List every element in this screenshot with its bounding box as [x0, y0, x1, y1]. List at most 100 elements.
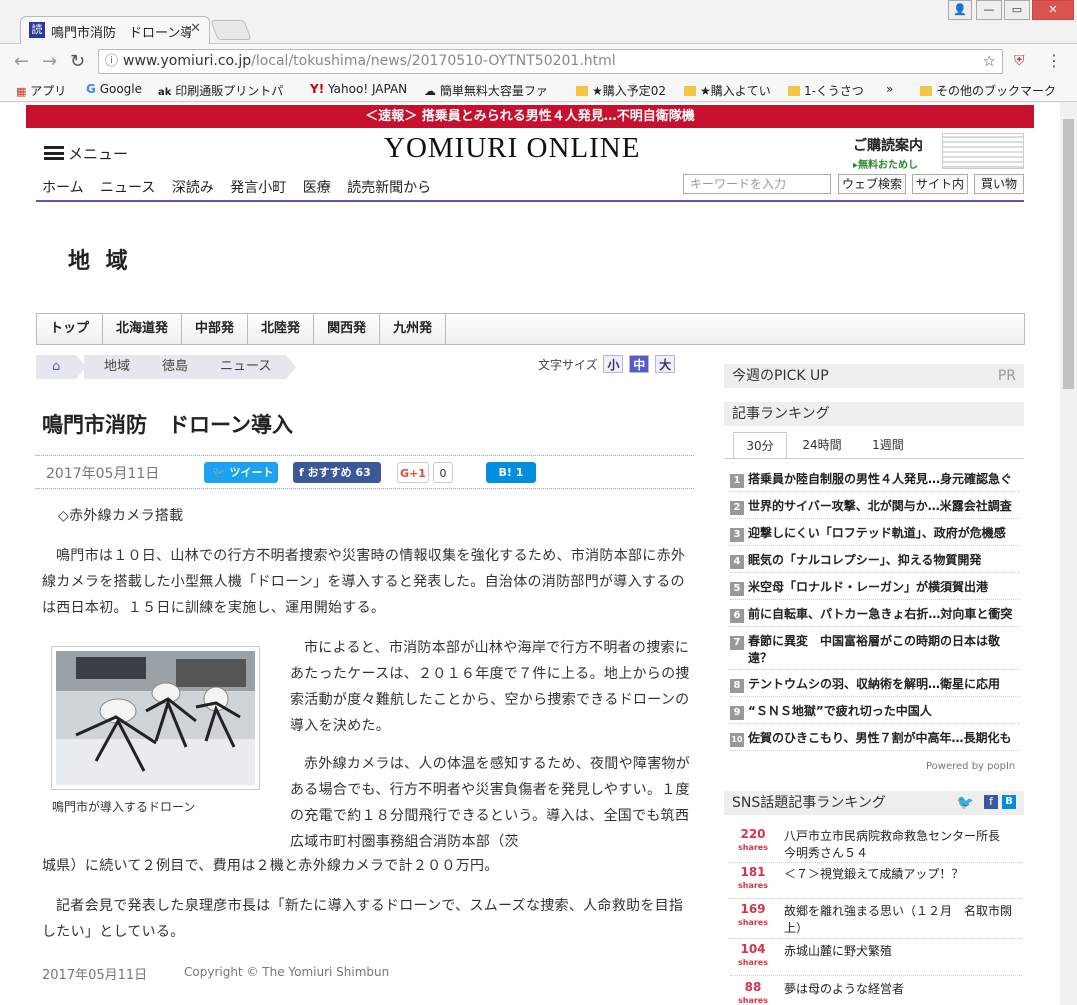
extension-icon[interactable]: ⛨	[1014, 53, 1025, 69]
article-paragraph: 赤外線カメラは、人の体温を感知するため、夜間や障害物がある場合でも、行方不明者や…	[290, 756, 691, 850]
url-path: /local/tokushima/news/20170510-OYTNT5020…	[251, 53, 616, 69]
article-date: 2017年05月11日	[46, 466, 160, 482]
bookmark-storage[interactable]: ☁ 簡単無料大容量ファ	[424, 82, 564, 99]
ranking-item[interactable]: 10 佐賀のひきこもり、男性７割が中高年…長期化も	[730, 730, 1020, 747]
ranking-item[interactable]: 2 世界的サイバー攻撃、北が関与か…米露会社調査	[730, 498, 1020, 515]
ranking-item[interactable]: 1 搭乗員か陸自制服の男性４人発見…身元確認急ぐ	[730, 471, 1020, 488]
apps-icon: ▦	[16, 85, 27, 98]
bookmark-star-icon[interactable]: ☆	[983, 50, 996, 73]
sns-item[interactable]: 220 shares 八戸市立市民病院救命救急センター所長 今明秀さん５４	[730, 828, 1022, 864]
bookmark-google[interactable]: G Google	[86, 82, 142, 96]
font-size-small[interactable]: 小	[603, 355, 624, 373]
more-menu-icon[interactable]: ⋮	[1046, 51, 1062, 70]
tweet-button[interactable]: 🐦 ツイート	[204, 462, 278, 483]
bookmarks-overflow[interactable]: »	[886, 82, 893, 96]
breadcrumb-region[interactable]: 地域	[84, 355, 152, 379]
breaking-news-banner[interactable]: ＜速報＞ 搭乗員とみられる男性４人発見…不明自衛隊機	[26, 105, 1034, 128]
user-icon[interactable]: 👤	[948, 0, 972, 20]
region-tab-hokkaido[interactable]: 北海道発	[103, 314, 183, 344]
close-window-icon[interactable]: ✕	[1032, 0, 1074, 20]
ranking-item[interactable]: 8 テントウムシの羽、収納術を解明…衛星に応用	[730, 676, 1020, 693]
ranking-item[interactable]: 9 “ＳＮＳ地獄”で疲れ切った中国人	[730, 703, 1020, 720]
back-icon[interactable]: ←	[14, 51, 29, 72]
yahoo-icon: Y!	[310, 82, 325, 96]
powered-by[interactable]: Powered by popIn	[926, 761, 1015, 772]
nav-deep[interactable]: 深読み	[172, 180, 214, 196]
font-size-medium[interactable]: 中	[629, 355, 650, 373]
bookmark-folder-2[interactable]: ★購入よてい	[684, 82, 771, 99]
nav-medical[interactable]: 医療	[303, 180, 331, 196]
article-paragraph: 市によると、市消防本部が山林や海岸で行方不明者の捜索にあたったケースは、２０１６…	[290, 640, 690, 734]
ranking-item[interactable]: 6 前に自転車、パトカー急きょ右折…対向車と衝突	[730, 606, 1020, 623]
breadcrumb-tokushima[interactable]: 徳島	[142, 355, 210, 379]
article-photo[interactable]	[51, 646, 260, 790]
region-tab-hokuriku[interactable]: 北陸発	[248, 314, 315, 344]
photo-caption: 鳴門市が導入するドローン	[52, 800, 196, 814]
browser-window: 読 鳴門市消防 ドローン導 ✕ 👤 — ▭ ✕ ← → ↻ ⓘ www.yomi…	[0, 0, 1077, 1005]
subscribe-link[interactable]: ご購読案内 ▸無料おためし	[853, 135, 923, 171]
page-scrollbar[interactable]	[1060, 103, 1077, 1005]
bookmark-folder-3[interactable]: 1-くうさつ	[788, 82, 864, 99]
nav-home[interactable]: ホーム	[42, 180, 84, 196]
gplus-button[interactable]: G+1	[397, 462, 429, 483]
search-input[interactable]: キーワードを入力	[683, 174, 831, 194]
bookmark-yahoo[interactable]: Y! Yahoo! JAPAN	[310, 82, 407, 96]
twitter-icon[interactable]: 🐦	[957, 791, 974, 815]
page-info-icon[interactable]: ⓘ	[105, 50, 118, 73]
article-headline: 鳴門市消防 ドローン導入	[42, 413, 293, 437]
bookmarks-bar: ▦ アプリ G Google ak 印刷通販プリントパ Y! Yahoo! JA…	[0, 78, 1077, 102]
region-tabs: トップ 北海道発 中部発 北陸発 関西発 九州発	[36, 313, 1025, 345]
region-tab-top[interactable]: トップ	[37, 314, 104, 344]
web-search-button[interactable]: ウェブ検索	[838, 174, 906, 194]
region-tab-kyushu[interactable]: 九州発	[380, 314, 447, 344]
bookmark-folder-1[interactable]: ★購入予定02	[576, 82, 666, 99]
ranking-tab-30min[interactable]: 30分	[733, 432, 787, 458]
font-size-large[interactable]: 大	[655, 355, 676, 373]
minimize-icon[interactable]: —	[976, 0, 1002, 20]
nav-newspaper[interactable]: 読売新聞から	[347, 180, 431, 196]
region-tab-chubu[interactable]: 中部発	[182, 314, 249, 344]
facebook-icon: f	[299, 466, 304, 479]
address-bar[interactable]: ⓘ www.yomiuri.co.jp/local/tokushima/news…	[98, 49, 1003, 74]
region-tab-kansai[interactable]: 関西発	[314, 314, 381, 344]
menu-button[interactable]: メニュー	[44, 143, 128, 164]
google-icon: G	[86, 82, 96, 96]
scrollbar-thumb[interactable]	[1063, 119, 1074, 389]
ranking-tab-24h[interactable]: 24時間	[791, 432, 853, 458]
ranking-header: 記事ランキング	[724, 402, 1024, 426]
divider	[36, 488, 694, 489]
bookmark-apps[interactable]: ▦ アプリ	[16, 82, 66, 99]
site-search-button[interactable]: サイト内	[912, 174, 968, 194]
font-size-control: 文字サイズ 小 中 大	[538, 355, 676, 373]
folder-icon	[788, 86, 800, 96]
maximize-icon[interactable]: ▭	[1004, 0, 1030, 20]
close-tab-icon[interactable]: ✕	[190, 21, 201, 36]
site-logo[interactable]: YOMIURI ONLINE	[384, 132, 640, 165]
ranking-tab-1week[interactable]: 1週間	[859, 432, 917, 458]
ranking-item[interactable]: 7 春節に異変 中国富裕層がこの時期の日本は敬遠？	[730, 633, 1020, 666]
new-tab-button[interactable]	[210, 20, 252, 40]
reload-icon[interactable]: ↻	[70, 51, 85, 72]
hamburger-icon	[44, 146, 64, 160]
tab-title: 鳴門市消防 ドローン導	[51, 26, 191, 41]
hatena-bookmark-button[interactable]: B! 1	[486, 462, 536, 483]
browser-toolbar: ← → ↻ ⓘ www.yomiuri.co.jp/local/tokushim…	[0, 44, 1077, 78]
home-icon[interactable]: ⌂	[36, 355, 86, 379]
forward-icon[interactable]: →	[42, 51, 57, 72]
facebook-like-button[interactable]: f おすすめ 63	[293, 462, 381, 483]
newspaper-image[interactable]	[942, 133, 1024, 169]
ranking-item[interactable]: 5 米空母「ロナルド・レーガン」が横須賀出港	[730, 579, 1020, 596]
shopping-search-button[interactable]: 買い物	[974, 174, 1024, 194]
nav-news[interactable]: ニュース	[100, 180, 155, 196]
pickup-header: 今週のPICK UP PR	[724, 364, 1024, 388]
browser-tab[interactable]: 読 鳴門市消防 ドローン導 ✕	[20, 16, 210, 44]
bookmark-print[interactable]: ak 印刷通販プリントパ	[158, 82, 298, 99]
hatena-icon[interactable]: B	[1002, 795, 1016, 809]
bookmark-other[interactable]: その他のブックマーク	[920, 82, 1056, 99]
divider	[724, 458, 1024, 459]
ranking-item[interactable]: 3 迎撃しにくい「ロフテッド軌道」、政府が危機感	[730, 525, 1020, 542]
ranking-item[interactable]: 4 眠気の「ナルコレプシー」、抑える物質開発	[730, 552, 1020, 569]
facebook-icon[interactable]: f	[984, 795, 998, 809]
sns-ranking-header: SNS話題記事ランキング 🐦 f B	[724, 791, 1024, 815]
nav-komachi[interactable]: 発言小町	[230, 180, 286, 196]
